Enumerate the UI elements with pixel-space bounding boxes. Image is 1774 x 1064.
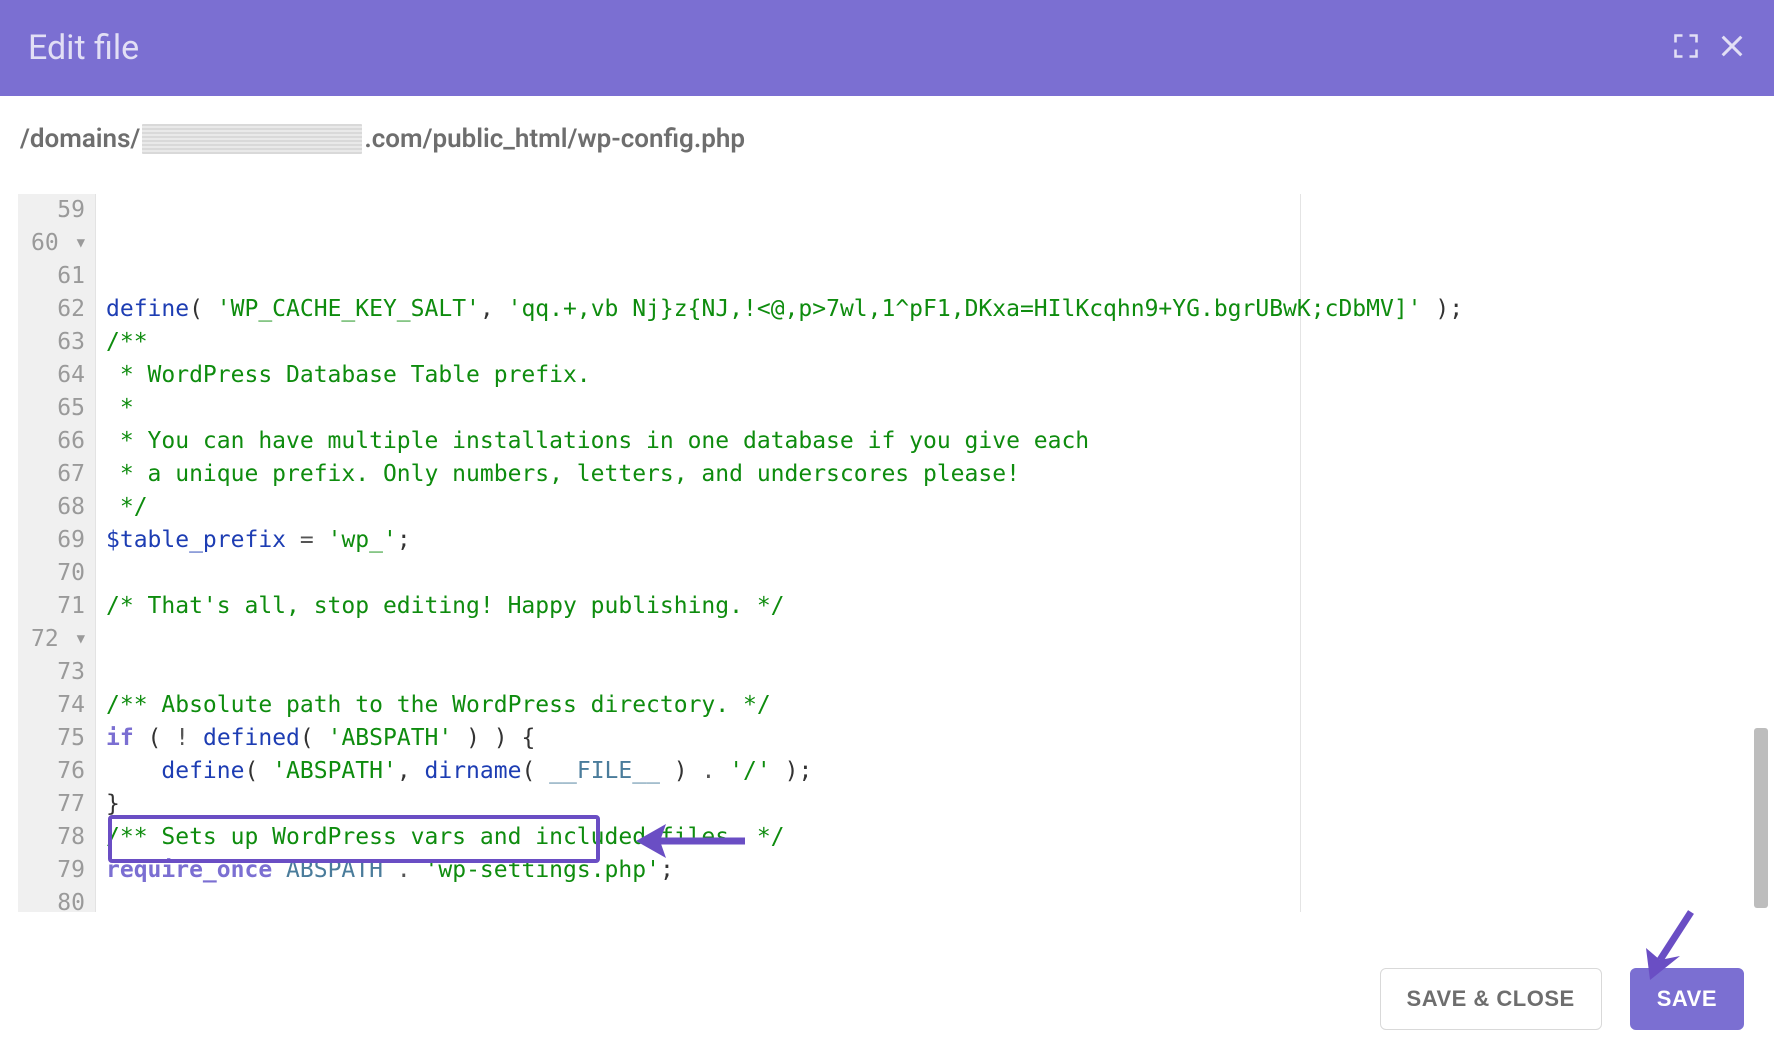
line-number: 71 xyxy=(24,590,85,623)
code-line[interactable]: /** Absolute path to the WordPress direc… xyxy=(96,689,1756,722)
file-path: /domains/ .com/public_html/wp-config.php xyxy=(0,96,1774,172)
line-number: 75 xyxy=(24,722,85,755)
code-line[interactable] xyxy=(96,656,1756,689)
line-number: 79 xyxy=(24,854,85,887)
line-number: 76 xyxy=(24,755,85,788)
fold-arrow-icon[interactable]: ▼ xyxy=(77,235,85,251)
code-line[interactable]: if ( ! defined( 'ABSPATH' ) ) { xyxy=(96,722,1756,755)
code-line[interactable] xyxy=(96,557,1756,590)
line-number: 59 xyxy=(24,194,85,227)
header-icon-group xyxy=(1672,32,1746,64)
line-number: 65 xyxy=(24,392,85,425)
line-number: 60 ▼ xyxy=(24,227,85,260)
code-line[interactable]: * WordPress Database Table prefix. xyxy=(96,359,1756,392)
redacted-domain xyxy=(142,124,362,154)
line-number: 80 xyxy=(24,887,85,920)
line-number: 62 xyxy=(24,293,85,326)
editor-container: 5960 ▼616263646566676869707172 ▼73747576… xyxy=(18,194,1756,912)
line-number: 63 xyxy=(24,326,85,359)
line-number: 64 xyxy=(24,359,85,392)
code-line[interactable]: * a unique prefix. Only numbers, letters… xyxy=(96,458,1756,491)
line-number: 74 xyxy=(24,689,85,722)
code-line[interactable]: * You can have multiple installations in… xyxy=(96,425,1756,458)
line-number: 77 xyxy=(24,788,85,821)
line-number: 66 xyxy=(24,425,85,458)
code-line[interactable]: } xyxy=(96,788,1756,821)
save-and-close-button[interactable]: SAVE & CLOSE xyxy=(1380,968,1602,1030)
line-number: 69 xyxy=(24,524,85,557)
code-line[interactable]: /** Sets up WordPress vars and included … xyxy=(96,821,1756,854)
path-suffix: .com/public_html/wp-config.php xyxy=(364,124,745,154)
fold-arrow-icon[interactable]: ▼ xyxy=(77,631,85,647)
line-number-gutter: 5960 ▼616263646566676869707172 ▼73747576… xyxy=(18,194,96,912)
footer-button-bar: SAVE & CLOSE SAVE xyxy=(0,934,1774,1064)
code-line[interactable]: $table_prefix = 'wp_'; xyxy=(96,524,1756,557)
code-line[interactable]: /** xyxy=(96,326,1756,359)
code-line[interactable]: define( 'ABSPATH', dirname( __FILE__ ) .… xyxy=(96,755,1756,788)
expand-icon[interactable] xyxy=(1672,32,1700,64)
modal-header: Edit file xyxy=(0,0,1774,96)
line-number: 67 xyxy=(24,458,85,491)
line-number: 73 xyxy=(24,656,85,689)
code-editor[interactable]: 5960 ▼616263646566676869707172 ▼73747576… xyxy=(18,194,1756,912)
code-area[interactable]: define( 'WP_CACHE_KEY_SALT', 'qq.+,vb Nj… xyxy=(96,194,1756,912)
save-button[interactable]: SAVE xyxy=(1630,968,1744,1030)
close-icon[interactable] xyxy=(1718,32,1746,64)
code-line[interactable]: define( 'WP_CACHE_KEY_SALT', 'qq.+,vb Nj… xyxy=(96,293,1756,326)
code-line[interactable] xyxy=(96,887,1756,912)
modal-title: Edit file xyxy=(28,28,139,68)
path-prefix: /domains/ xyxy=(20,124,140,154)
code-line[interactable]: /* That's all, stop editing! Happy publi… xyxy=(96,590,1756,623)
line-number: 68 xyxy=(24,491,85,524)
code-line[interactable]: */ xyxy=(96,491,1756,524)
line-number: 78 xyxy=(24,821,85,854)
line-number: 70 xyxy=(24,557,85,590)
scrollbar-thumb[interactable] xyxy=(1754,728,1768,908)
code-line[interactable]: * xyxy=(96,392,1756,425)
code-line[interactable] xyxy=(96,623,1756,656)
code-line[interactable]: require_once ABSPATH . 'wp-settings.php'… xyxy=(96,854,1756,887)
line-number: 72 ▼ xyxy=(24,623,85,656)
line-number: 61 xyxy=(24,260,85,293)
vertical-scrollbar[interactable] xyxy=(1754,194,1768,912)
